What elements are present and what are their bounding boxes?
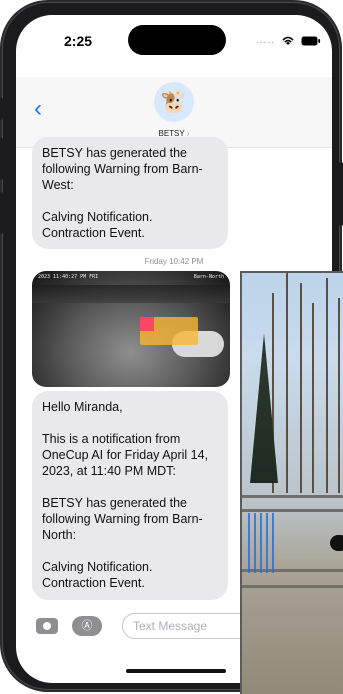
tree: [312, 303, 314, 493]
animal-figure: [330, 535, 343, 551]
battery-icon: [301, 36, 321, 45]
tree: [300, 283, 302, 493]
message-paragraph: Calving Notification. Contraction Event.: [42, 210, 153, 240]
camera-location: Barn-North: [193, 274, 224, 280]
fence-rail: [242, 495, 343, 498]
app-store-icon[interactable]: Ⓐ: [72, 616, 102, 636]
message-paragraph: Hello Miranda,: [42, 400, 123, 414]
contact-avatar[interactable]: 🐮: [154, 82, 194, 122]
message-paragraph: Calving Notification. Contraction Event.: [42, 560, 153, 590]
wifi-icon: [282, 36, 294, 45]
camera-timestamp: 2023 11:40:27 PM FRI: [38, 274, 99, 280]
message-paragraph: BETSY has generated the following Warnin…: [42, 146, 203, 192]
fence-shadow: [32, 285, 230, 303]
power-button: [339, 162, 343, 226]
status-icons: .....: [256, 35, 321, 46]
message-timestamp: Friday 10:42 PM: [144, 257, 204, 266]
fence-rail: [242, 585, 343, 588]
message-paragraph: BETSY has generated the following Warnin…: [42, 496, 203, 542]
cow-icon: 🐮: [160, 89, 188, 114]
barn-yard-photo: [240, 271, 343, 694]
volume-up-button: [0, 138, 3, 180]
fence-rail: [242, 509, 343, 512]
tree: [286, 273, 288, 493]
tree: [338, 298, 340, 493]
dynamic-island: [128, 25, 226, 55]
message-bubble[interactable]: BETSY has generated the following Warnin…: [32, 137, 228, 249]
back-chevron-icon[interactable]: ‹: [34, 97, 42, 121]
volume-down-button: [0, 192, 3, 234]
action-button: [0, 98, 3, 120]
home-indicator[interactable]: [126, 669, 226, 673]
message-bubble[interactable]: Hello Miranda, This is a notification fr…: [32, 391, 228, 600]
blue-gate: [248, 513, 278, 573]
detection-marker: [140, 317, 154, 331]
message-paragraph: This is a notification from OneCup AI fo…: [42, 432, 209, 478]
tree: [326, 278, 328, 493]
signal-dots-icon: .....: [256, 35, 275, 46]
camera-snapshot-image[interactable]: 2023 11:40:27 PM FRI Barn-North: [32, 271, 230, 387]
camera-icon[interactable]: [36, 618, 58, 634]
status-time: 2:25: [64, 33, 93, 49]
